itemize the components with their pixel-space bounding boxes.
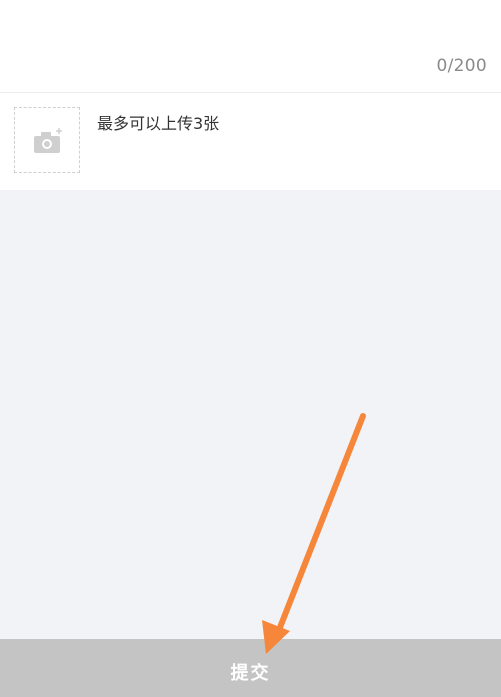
char-counter: 0/200 bbox=[436, 56, 487, 76]
submit-label: 提交 bbox=[230, 663, 271, 684]
feedback-textarea[interactable]: 0/200 bbox=[0, 0, 501, 92]
submit-button[interactable]: 提交 bbox=[0, 639, 501, 697]
camera-add-icon bbox=[34, 128, 62, 153]
add-photo-button[interactable] bbox=[14, 107, 80, 173]
feedback-page: 0/200 最多可以上传3张 提交 bbox=[0, 0, 501, 697]
image-upload-row: 最多可以上传3张 bbox=[0, 93, 501, 190]
upload-limit-hint: 最多可以上传3张 bbox=[97, 114, 220, 133]
